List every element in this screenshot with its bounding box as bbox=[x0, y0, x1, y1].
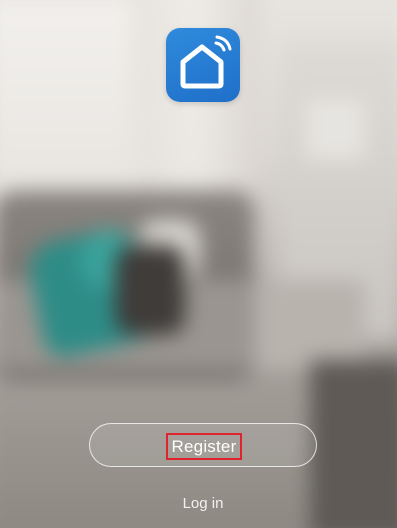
login-link[interactable]: Log in bbox=[150, 493, 256, 515]
welcome-screen: Register Log in bbox=[0, 0, 397, 528]
smart-home-wifi-icon bbox=[166, 28, 240, 102]
register-button-label[interactable]: Register bbox=[166, 433, 242, 460]
